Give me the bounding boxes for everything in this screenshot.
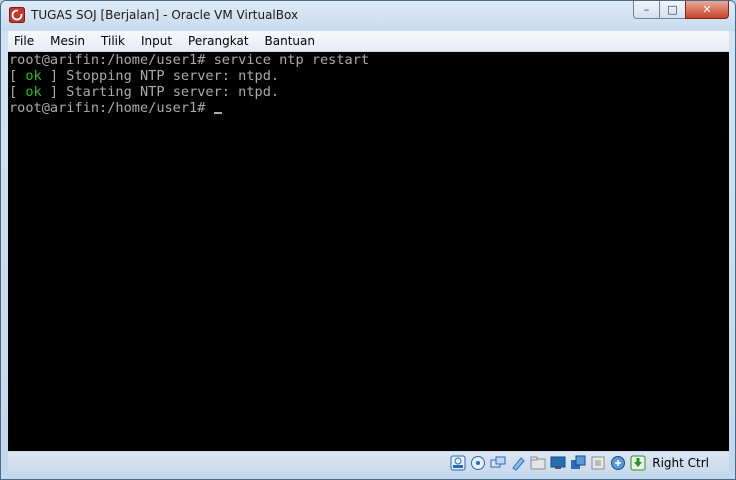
window-title: TUGAS SOJ [Berjalan] - Oracle VM Virtual…	[31, 8, 299, 22]
video-capture-icon[interactable]	[570, 455, 586, 471]
menu-help[interactable]: Bantuan	[257, 31, 323, 51]
menu-devices[interactable]: Perangkat	[180, 31, 257, 51]
status-message: ] Starting NTP server: ntpd.	[41, 84, 280, 100]
status-bracket: [	[9, 68, 26, 84]
terminal-line: [ ok ] Starting NTP server: ntpd.	[8, 84, 729, 100]
status-message: ] Stopping NTP server: ntpd.	[41, 68, 280, 84]
menu-input[interactable]: Input	[133, 31, 180, 51]
network-icon[interactable]	[510, 455, 526, 471]
minimize-button[interactable]: –	[633, 1, 659, 19]
host-key-label: Right Ctrl	[652, 456, 709, 470]
text-cursor	[213, 112, 222, 114]
hard-disk-icon[interactable]	[450, 455, 466, 471]
maximize-button[interactable]: □	[659, 1, 685, 19]
usb-icon[interactable]	[590, 455, 606, 471]
menu-machine[interactable]: Mesin	[42, 31, 93, 51]
menu-file[interactable]: File	[8, 31, 42, 51]
shell-prompt: root@arifin:/home/user1#	[9, 100, 214, 116]
close-button[interactable]: ✕	[685, 1, 729, 19]
mouse-integration-icon[interactable]	[610, 455, 626, 471]
ok-status: ok	[25, 68, 42, 84]
terminal-line: root@arifin:/home/user1# service ntp res…	[9, 52, 370, 68]
menu-bar: File Mesin Tilik Input Perangkat Bantuan	[8, 31, 729, 52]
vm-display[interactable]: root@arifin:/home/user1# service ntp res…	[8, 52, 729, 451]
host-key-arrow-icon[interactable]	[630, 455, 646, 471]
virtualbox-window: TUGAS SOJ [Berjalan] - Oracle VM Virtual…	[0, 0, 736, 480]
virtualbox-icon[interactable]	[9, 7, 25, 23]
maximize-icon: □	[667, 3, 678, 16]
terminal-line: [ ok ] Stopping NTP server: ntpd.	[8, 68, 729, 84]
shared-folders-icon[interactable]	[530, 455, 546, 471]
close-icon: ✕	[702, 3, 712, 16]
status-bar: Right Ctrl	[8, 452, 729, 474]
audio-icon[interactable]	[490, 455, 506, 471]
title-bar[interactable]: TUGAS SOJ [Berjalan] - Oracle VM Virtual…	[1, 1, 735, 31]
display-icon[interactable]	[550, 455, 566, 471]
terminal-prompt-line: root@arifin:/home/user1#	[8, 100, 729, 116]
ok-status: ok	[25, 84, 42, 100]
status-bracket: [	[9, 84, 26, 100]
minimize-icon: –	[643, 3, 650, 16]
window-controls: – □ ✕	[633, 1, 729, 21]
menu-view[interactable]: Tilik	[93, 31, 133, 51]
optical-drive-icon[interactable]	[470, 455, 486, 471]
